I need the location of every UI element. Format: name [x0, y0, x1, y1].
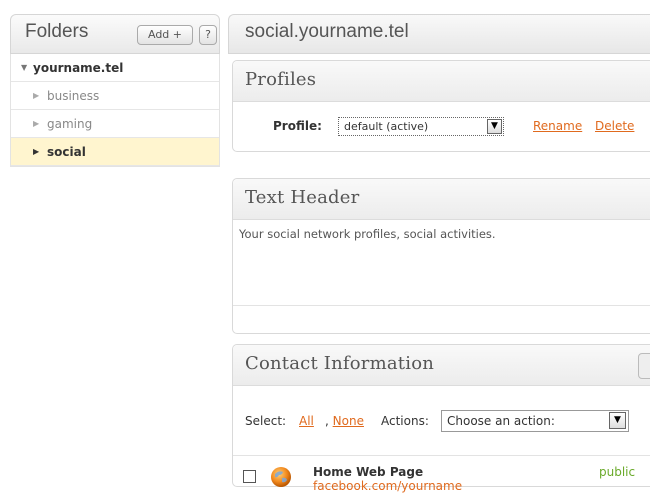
- profile-label: Profile:: [273, 119, 322, 133]
- profiles-panel: Profiles Profile: default (active) ▼ Ren…: [232, 60, 650, 152]
- contact-title: Contact Information: [245, 353, 435, 374]
- divider: [233, 455, 650, 456]
- triangle-right-icon[interactable]: ▶: [33, 82, 39, 110]
- tree-item-social[interactable]: ▶ social: [11, 138, 219, 166]
- text-header-body[interactable]: Your social network profiles, social act…: [239, 227, 496, 241]
- contact-checkbox[interactable]: [243, 470, 256, 483]
- tree-item-root[interactable]: ▼ yourname.tel: [11, 54, 219, 82]
- chevron-down-icon[interactable]: ▼: [609, 412, 626, 429]
- panel-menu-button[interactable]: [638, 353, 650, 379]
- tree-item-label: business: [47, 89, 100, 103]
- add-folder-button[interactable]: Add +: [137, 25, 193, 45]
- main-header: social.yourname.tel: [228, 14, 650, 54]
- action-select-value: Choose an action:: [447, 414, 555, 428]
- profiles-panel-header: Profiles: [233, 61, 650, 102]
- contact-information-panel: Contact Information Select: All , None A…: [232, 344, 650, 493]
- page-title: social.yourname.tel: [245, 21, 409, 42]
- tree-item-business[interactable]: ▶ business: [11, 82, 219, 110]
- actions-label: Actions:: [381, 414, 429, 428]
- tree-item-label: yourname.tel: [33, 61, 124, 75]
- triangle-right-icon[interactable]: ▶: [33, 110, 39, 138]
- chevron-down-icon[interactable]: ▼: [487, 119, 502, 134]
- tree-item-label: social: [47, 145, 86, 159]
- folder-tree: ▼ yourname.tel ▶ business ▶ gaming ▶ soc…: [10, 54, 220, 167]
- rename-link[interactable]: Rename: [533, 119, 582, 133]
- globe-icon: [271, 467, 291, 487]
- select-none-wrapper: , None: [325, 414, 364, 428]
- contact-title-text: Home Web Page: [313, 465, 424, 479]
- contact-url-link[interactable]: facebook.com/yourname: [313, 479, 462, 493]
- action-select[interactable]: Choose an action: ▼: [441, 410, 629, 432]
- select-label: Select:: [245, 414, 287, 428]
- divider: [233, 305, 650, 306]
- profile-select-value: default (active): [344, 120, 429, 133]
- visibility-status[interactable]: public: [599, 465, 635, 479]
- main-content: social.yourname.tel Profiles Profile: de…: [228, 14, 650, 493]
- triangle-right-icon[interactable]: ▶: [33, 138, 39, 166]
- text-header-panel: Text Header Your social network profiles…: [232, 178, 650, 334]
- profiles-title: Profiles: [245, 69, 317, 90]
- select-all-link[interactable]: All: [299, 414, 314, 428]
- delete-link[interactable]: Delete: [595, 119, 634, 133]
- folders-sidebar: Folders Add + ? ▼ yourname.tel ▶ busines…: [10, 14, 220, 167]
- help-button[interactable]: ?: [199, 25, 217, 45]
- triangle-down-icon[interactable]: ▼: [21, 54, 27, 82]
- select-none-link[interactable]: None: [333, 414, 364, 428]
- tree-item-label: gaming: [47, 117, 93, 131]
- folders-header: Folders Add + ?: [10, 14, 220, 54]
- text-header-title: Text Header: [245, 187, 360, 208]
- folders-title: Folders: [25, 21, 89, 42]
- tree-item-gaming[interactable]: ▶ gaming: [11, 110, 219, 138]
- profile-select[interactable]: default (active) ▼: [338, 117, 504, 136]
- contact-panel-header: Contact Information: [233, 345, 650, 386]
- text-header-panel-header: Text Header: [233, 179, 650, 220]
